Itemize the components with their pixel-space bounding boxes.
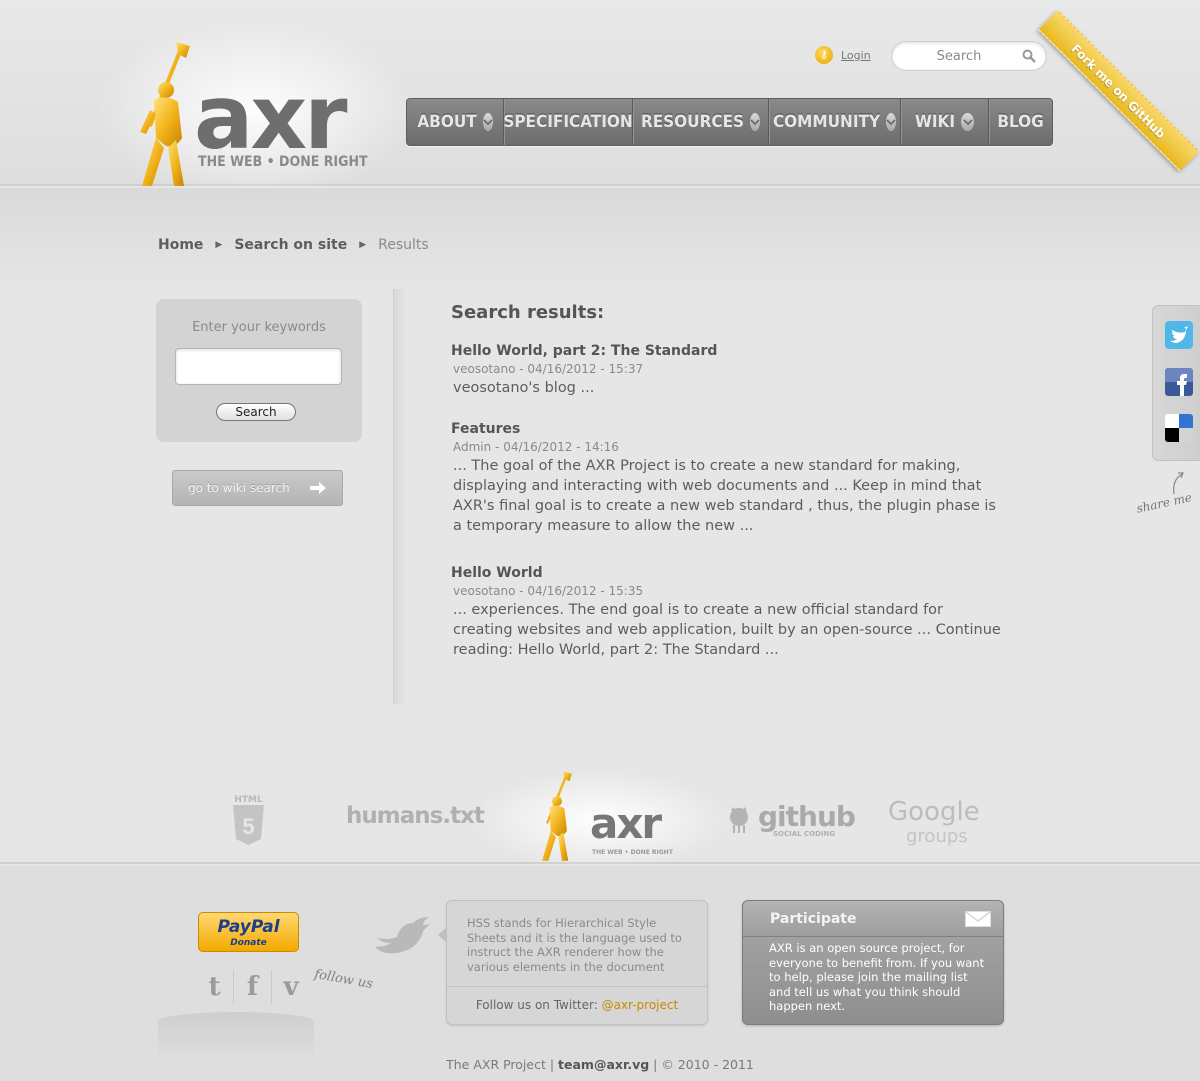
- header-search[interactable]: [891, 41, 1047, 71]
- breadcrumb-home[interactable]: Home: [158, 237, 203, 253]
- keyword-input[interactable]: [175, 348, 342, 385]
- nav-label: BLOG: [997, 112, 1044, 132]
- copyright: The AXR Project | team@axr.vg | © 2010 -…: [0, 1057, 1200, 1072]
- share-panel: [1152, 305, 1200, 461]
- github-logo[interactable]: github: [758, 800, 856, 833]
- twitter-bird-icon: [375, 917, 431, 954]
- result-meta: veosotano - 04/16/2012 - 15:37: [453, 362, 644, 376]
- delicious-icon[interactable]: [1165, 414, 1193, 442]
- participate-title: Participate: [770, 911, 857, 927]
- follow-prefix: Follow us on Twitter:: [475, 998, 602, 1012]
- wiki-search-label: go to wiki search: [188, 481, 290, 495]
- tweet-follow-line: Follow us on Twitter: @axr-project: [447, 998, 707, 1012]
- svg-text:5: 5: [242, 814, 254, 839]
- nav-label: RESOURCES: [640, 112, 745, 132]
- logo-text: axr: [194, 66, 348, 169]
- result-snippet: ... experiences. The end goal is to crea…: [453, 602, 1001, 658]
- nav-label: WIKI: [915, 112, 956, 132]
- keyword-label: Enter your keywords: [192, 320, 326, 335]
- mail-icon[interactable]: [965, 911, 991, 927]
- octocat-icon: [730, 807, 748, 833]
- breadcrumb-search[interactable]: Search on site: [234, 237, 347, 253]
- login-link[interactable]: Login: [841, 49, 871, 62]
- social-links: t f v: [196, 970, 310, 1004]
- arrow-right-icon: [310, 482, 326, 494]
- axr-mascot-footer-icon: [542, 771, 572, 861]
- participate-body: AXR is an open source project, for every…: [769, 941, 985, 1013]
- nav-wiki[interactable]: WIKI: [901, 99, 989, 145]
- result-title-link[interactable]: Hello World: [451, 565, 1001, 581]
- result-snippet: veosotano's blog ...: [453, 380, 595, 396]
- nav-community[interactable]: COMMUNITY: [769, 99, 901, 145]
- tweet-text: HSS stands for Hierarchical Style Sheets…: [467, 916, 682, 974]
- twitter-icon[interactable]: [1165, 321, 1193, 349]
- copyright-suffix: | © 2010 - 2011: [649, 1057, 754, 1072]
- copyright-prefix: The AXR Project |: [446, 1057, 559, 1072]
- result-meta: veosotano - 04/16/2012 - 15:35: [453, 584, 644, 598]
- main-nav: ABOUT SPECIFICATION RESOURCES COMMUNITY …: [406, 98, 1053, 146]
- vimeo-icon[interactable]: v: [272, 970, 310, 1004]
- result-title-link[interactable]: Hello World, part 2: The Standard: [451, 343, 1001, 359]
- paypal-label: PayPal: [217, 917, 280, 937]
- humans-txt-logo[interactable]: humans.txt: [346, 803, 485, 829]
- html5-label: HTML: [234, 795, 263, 805]
- participate-box: Participate AXR is an open source projec…: [742, 900, 1004, 1025]
- search-result: Features Admin - 04/16/2012 - 14:16 ... …: [451, 421, 1001, 536]
- participate-header: Participate: [743, 901, 1003, 937]
- html5-shield-icon: 5: [233, 805, 264, 845]
- result-title-link[interactable]: Features: [451, 421, 1001, 437]
- nav-label: ABOUT: [417, 112, 477, 132]
- nav-specification[interactable]: SPECIFICATION: [503, 99, 633, 145]
- axr-footer-logo[interactable]: axr: [590, 803, 662, 845]
- chevron-down-icon: [961, 113, 974, 131]
- twitter-handle-link[interactable]: @axr-project: [602, 998, 679, 1012]
- paypal-donate-label: Donate: [230, 938, 267, 948]
- nav-label: SPECIFICATION: [503, 112, 633, 132]
- key-icon: ⚷: [815, 46, 833, 64]
- nav-label: COMMUNITY: [772, 112, 881, 132]
- result-meta: Admin - 04/16/2012 - 14:16: [453, 440, 619, 454]
- column-divider: [393, 289, 407, 704]
- tweet-divider: [447, 986, 707, 987]
- chevron-down-icon: [886, 113, 897, 131]
- breadcrumb: Home ▶ Search on site ▶ Results: [158, 237, 429, 253]
- mascot-icon: [140, 42, 190, 186]
- nav-blog[interactable]: BLOG: [989, 99, 1052, 145]
- tweet-box: HSS stands for Hierarchical Style Sheets…: [438, 900, 708, 1025]
- paypal-donate-button[interactable]: PayPal Donate: [198, 912, 299, 952]
- breadcrumb-current: Results: [378, 237, 429, 253]
- search-result: Hello World, part 2: The Standard veosot…: [451, 343, 1001, 398]
- search-icon[interactable]: [1022, 49, 1036, 63]
- breadcrumb-separator-icon: ▶: [359, 240, 367, 250]
- chevron-down-icon: [750, 113, 761, 131]
- result-snippet: ... The goal of the AXR Project is to cr…: [453, 458, 996, 534]
- logo-tagline: THE WEB • DONE RIGHT: [198, 154, 368, 170]
- results-title: Search results:: [451, 302, 605, 323]
- search-result: Hello World veosotano - 04/16/2012 - 15:…: [451, 565, 1001, 660]
- keyword-search-button[interactable]: Search: [216, 403, 296, 421]
- wiki-search-button[interactable]: go to wiki search: [172, 470, 343, 506]
- html5-logo[interactable]: HTML 5: [231, 795, 266, 849]
- github-sub: SOCIAL CODING: [773, 830, 836, 838]
- nav-resources[interactable]: RESOURCES: [633, 99, 769, 145]
- nav-about[interactable]: ABOUT: [407, 99, 504, 145]
- contact-email-link[interactable]: team@axr.vg: [558, 1057, 649, 1072]
- site-logo[interactable]: axr THE WEB • DONE RIGHT: [136, 40, 368, 188]
- share-me-note: share me: [1135, 490, 1194, 516]
- google-groups-sub: groups: [906, 826, 968, 847]
- chevron-down-icon: [482, 113, 493, 131]
- footer-shadow: [158, 1012, 314, 1060]
- header-search-input[interactable]: [892, 42, 1012, 70]
- axr-footer-tagline: THE WEB • DONE RIGHT: [592, 849, 673, 856]
- breadcrumb-separator-icon: ▶: [215, 240, 223, 250]
- google-groups-logo[interactable]: Google: [888, 797, 980, 827]
- twitter-icon[interactable]: t: [196, 970, 234, 1004]
- facebook-icon[interactable]: f: [234, 970, 272, 1004]
- login-area[interactable]: ⚷ Login: [815, 46, 871, 64]
- facebook-icon[interactable]: [1165, 368, 1193, 396]
- keyword-search-box: Enter your keywords Search: [156, 299, 362, 442]
